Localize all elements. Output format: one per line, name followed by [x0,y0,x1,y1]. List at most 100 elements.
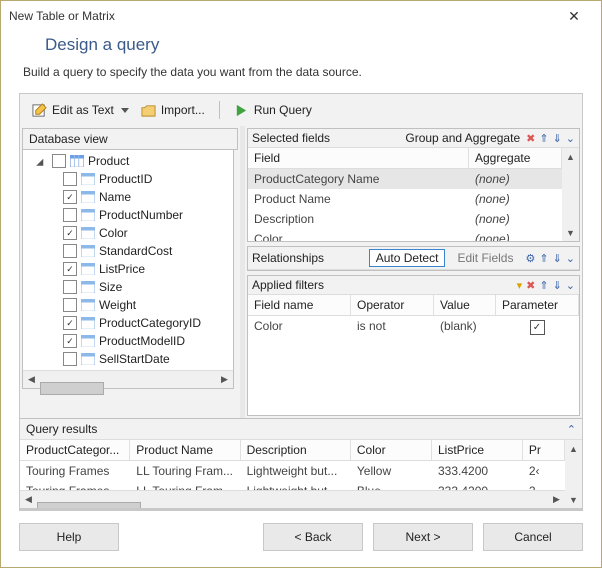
rel-down-icon[interactable]: ⇓ [553,252,562,265]
selected-field-row[interactable]: Color(none) [248,229,562,241]
expander-icon[interactable] [37,156,48,167]
tree-table-node[interactable]: Product [23,152,233,170]
cancel-button[interactable]: Cancel [483,523,583,551]
tree-field-node[interactable]: ListPrice [23,260,233,278]
import-button[interactable]: Import... [137,100,209,120]
scroll-left-icon[interactable]: ◀ [23,371,40,388]
selected-fields-heading: Selected fields [252,131,330,145]
rel-expand-icon[interactable]: ⌄ [566,252,575,265]
tree-field-node[interactable]: Color [23,224,233,242]
scroll-up-icon[interactable]: ▲ [562,148,579,165]
move-up-icon[interactable]: ⇑ [539,132,548,145]
tree-field-node[interactable]: Weight [23,296,233,314]
scroll-right-icon[interactable]: ▶ [216,371,233,388]
filters-grid[interactable]: Coloris not(blank) [248,316,579,338]
tree-field-node[interactable]: SellStartDate [23,350,233,368]
results-row[interactable]: Touring FramesLL Touring FramLightweight… [20,481,565,490]
edit-as-text-button[interactable]: Edit as Text [28,100,133,120]
filter-remove-icon[interactable]: ✖ [526,279,535,292]
filter-row[interactable]: Coloris not(blank) [248,316,579,338]
results-col-header[interactable]: Color [351,440,432,460]
col-field[interactable]: Field [248,148,469,168]
results-hscrollbar[interactable]: ◀ ▶ [20,490,565,508]
results-cell: Touring Frames [20,461,130,481]
remove-field-icon[interactable]: ✖ [526,132,535,145]
selected-field-row[interactable]: Description(none) [248,209,562,229]
query-results-grid[interactable]: Touring FramesLL Touring Fram...Lightwei… [20,461,565,490]
results-col-header[interactable]: Product Name [130,440,240,460]
col-value[interactable]: Value [434,295,496,315]
table-checkbox[interactable] [52,154,66,168]
field-checkbox[interactable] [63,298,77,312]
filter-up-icon[interactable]: ⇑ [539,279,548,292]
tree-hscrollbar[interactable]: ◀ ▶ [23,370,233,388]
vertical-splitter[interactable] [240,126,245,418]
results-col-header[interactable]: ListPrice [432,440,523,460]
field-checkbox[interactable] [63,190,77,204]
scroll-left-icon[interactable]: ◀ [20,491,37,508]
cell-aggregate: (none) [469,229,562,241]
parameter-checkbox[interactable] [530,320,545,335]
selected-field-row[interactable]: Product Name(none) [248,189,562,209]
cell-field: Color [248,316,351,338]
tree-field-node[interactable]: ProductModelID [23,332,233,350]
results-col-header[interactable]: Description [241,440,351,460]
filter-down-icon[interactable]: ⇓ [553,279,562,292]
database-tree[interactable]: Product ProductIDNameProductNumberColor S… [23,150,233,370]
database-view-heading: Database view [22,128,238,150]
field-checkbox[interactable] [63,226,77,240]
field-checkbox[interactable] [63,172,77,186]
selected-field-row[interactable]: ProductCategory Name(none) [248,169,562,189]
results-vscroll[interactable]: ▲ ▼ [565,440,582,508]
results-col-header[interactable]: Pr [523,440,565,460]
field-checkbox[interactable] [63,208,77,222]
rel-up-icon[interactable]: ⇑ [539,252,548,265]
field-checkbox[interactable] [63,352,77,366]
scroll-down-icon[interactable]: ▼ [565,491,582,508]
results-row[interactable]: Touring FramesLL Touring Fram...Lightwei… [20,461,565,481]
group-aggregate-tab[interactable]: Group and Aggregate [405,131,520,145]
scroll-right-icon[interactable]: ▶ [548,491,565,508]
filters-heading: Applied filters [252,278,324,292]
edit-fields-tab[interactable]: Edit Fields [451,250,519,266]
move-down-icon[interactable]: ⇓ [553,132,562,145]
next-button[interactable]: Next > [373,523,473,551]
filter-collapse-icon[interactable]: ⌄ [566,279,575,292]
auto-detect-button[interactable]: Auto Detect [369,249,446,267]
col-operator[interactable]: Operator [351,295,434,315]
page-description: Build a query to specify the data you wa… [1,65,601,93]
rel-config-icon[interactable]: ⚙ [525,252,535,265]
cell-aggregate: (none) [469,169,562,189]
column-icon [81,299,95,311]
back-button[interactable]: < Back [263,523,363,551]
results-collapse-icon[interactable]: ⌃ [567,423,576,436]
field-checkbox[interactable] [63,280,77,294]
scroll-up-icon[interactable]: ▲ [565,440,582,457]
filter-icon[interactable]: ▾ [517,279,523,292]
tree-field-node[interactable]: Size [23,278,233,296]
field-label: StandardCost [99,244,172,258]
scroll-down-icon[interactable]: ▼ [562,224,579,241]
query-results-panel: Query results ⌃ ProductCategor...Product… [20,418,582,508]
tree-field-node[interactable]: ProductID [23,170,233,188]
help-button[interactable]: Help [19,523,119,551]
tree-field-node[interactable]: StandardCost [23,242,233,260]
col-field-name[interactable]: Field name [248,295,351,315]
col-aggregate[interactable]: Aggregate [469,148,562,168]
tree-field-node[interactable]: ProductNumber [23,206,233,224]
field-checkbox[interactable] [63,262,77,276]
selected-fields-grid[interactable]: ProductCategory Name(none)Product Name(n… [248,169,562,241]
field-checkbox[interactable] [63,316,77,330]
run-query-button[interactable]: Run Query [230,100,316,120]
tree-field-node[interactable]: Name [23,188,233,206]
col-parameter[interactable]: Parameter [496,295,579,315]
field-checkbox[interactable] [63,334,77,348]
collapse-icon[interactable]: ⌄ [566,132,575,145]
column-icon [81,173,95,185]
cell-parameter[interactable] [496,316,579,338]
results-col-header[interactable]: ProductCategor... [20,440,130,460]
selected-fields-vscroll[interactable]: ▲ ▼ [562,148,579,241]
close-button[interactable]: ✕ [555,2,593,30]
field-checkbox[interactable] [63,244,77,258]
tree-field-node[interactable]: ProductCategoryID [23,314,233,332]
